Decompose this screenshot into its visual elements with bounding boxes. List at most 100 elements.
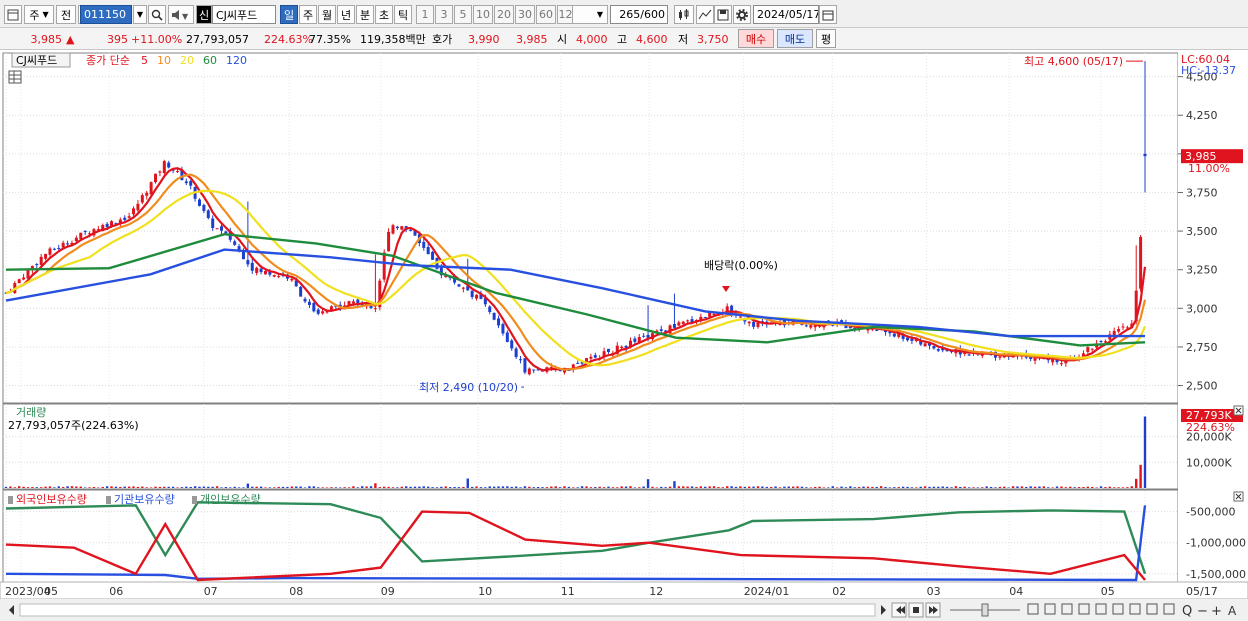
volume-bar (1047, 487, 1050, 488)
candle-body (197, 199, 201, 206)
save-icon[interactable] (714, 5, 732, 24)
volume-bar (849, 486, 852, 488)
text-size-icon[interactable]: A (1228, 604, 1237, 618)
volume-bar (1086, 486, 1090, 488)
candle-body (48, 248, 52, 255)
draw-tool-icon[interactable] (696, 5, 714, 24)
volume-bar (646, 479, 650, 488)
type-select[interactable]: 주 ▼ (24, 5, 54, 24)
volume-bar (796, 486, 799, 488)
last-page-icon[interactable] (925, 602, 941, 618)
candle-body (457, 284, 461, 287)
volume-bar (510, 486, 513, 488)
period-tab-5[interactable]: 초 (375, 5, 393, 24)
period-tab-4[interactable]: 분 (356, 5, 374, 24)
period-tab-2[interactable]: 월 (318, 5, 336, 24)
volume-bar (229, 487, 232, 488)
volume-bar (1038, 486, 1041, 488)
volume-bar (1020, 486, 1024, 488)
candle-body (633, 338, 637, 342)
search-icon[interactable] (148, 5, 166, 24)
interval-tab-3[interactable]: 3 (435, 5, 453, 24)
zoom-out-icon[interactable]: − (1197, 604, 1208, 619)
interval-dropdown[interactable]: ▼ (572, 5, 608, 24)
legend-stock-name: CJ씨푸드 (16, 54, 57, 67)
interval-tab-60[interactable]: 60 (536, 5, 556, 24)
candle-body (620, 346, 624, 348)
x-tick-label: 07 (204, 585, 218, 598)
volume-bar (141, 486, 144, 488)
stock-code-input[interactable]: 011150 (80, 5, 132, 24)
candle-body (589, 356, 593, 359)
candle-body (290, 278, 294, 281)
zoom-plus-icon[interactable]: + (1211, 604, 1222, 619)
volume-bar (66, 486, 69, 488)
count-field[interactable]: 265/600 (610, 5, 668, 24)
interval-tab-30[interactable]: 30 (515, 5, 535, 24)
x-tick-label: 04 (1009, 585, 1023, 598)
candle-body (527, 368, 531, 375)
volume-bar (48, 486, 52, 488)
table-toggle-icon[interactable] (8, 70, 22, 84)
period-tab-1[interactable]: 주 (299, 5, 317, 24)
candle-body (44, 253, 48, 259)
sell-button[interactable]: 매도 (777, 29, 813, 48)
volume-bar (391, 487, 395, 488)
volume-bar (884, 486, 887, 488)
svg-text:A: A (1228, 604, 1237, 618)
new-badge: 신 (196, 5, 212, 24)
candle-body (382, 252, 386, 280)
period-tab-6[interactable]: 틱 (394, 5, 412, 24)
change-pct: +11.00% (131, 32, 183, 46)
type-label: 주 (29, 8, 40, 22)
layout-icon[interactable] (4, 5, 22, 24)
zoom-in-icon[interactable]: Q (1182, 604, 1192, 619)
volume-bar (712, 486, 716, 488)
interval-tab-1[interactable]: 1 (416, 5, 434, 24)
candle-body (409, 229, 413, 231)
interval-tab-20[interactable]: 20 (494, 5, 514, 24)
volume-value: 27,793,057 (186, 32, 249, 46)
candle-body (1117, 329, 1121, 332)
prev-button[interactable]: 전 (56, 5, 76, 24)
volume-bar (844, 487, 848, 488)
gear-icon[interactable] (733, 5, 751, 24)
volume-bar (840, 486, 843, 488)
candle-body (373, 308, 377, 310)
volume-bar (1055, 486, 1059, 488)
period-tab-0[interactable]: 일 (280, 5, 298, 24)
volume-bar (1082, 487, 1085, 488)
close-pane-icon[interactable] (1233, 405, 1244, 416)
date-field[interactable]: 2024/05/17 (753, 5, 819, 24)
volume-bar (475, 486, 478, 488)
stock-chart[interactable]: 4,5004,2504,0003,7503,5003,2503,0002,750… (0, 50, 1248, 621)
period-tab-3[interactable]: 년 (337, 5, 355, 24)
volume-bar (734, 486, 738, 488)
interval-tab-10[interactable]: 10 (473, 5, 493, 24)
candle-body (932, 346, 936, 349)
volume-bar (585, 486, 588, 488)
svg-text:−: − (1197, 604, 1208, 619)
stop-icon[interactable] (908, 602, 924, 618)
candle-body (79, 232, 83, 239)
volume-bar (523, 486, 527, 488)
candle-body (272, 275, 276, 277)
code-dropdown-chevron-icon[interactable]: ▼ (133, 5, 147, 24)
candle-style-icon[interactable] (674, 5, 694, 24)
candle-body (747, 321, 751, 324)
scroll-track[interactable] (19, 603, 876, 617)
volume-bar (400, 486, 403, 488)
buy-button[interactable]: 매수 (738, 29, 774, 48)
first-page-icon[interactable] (891, 602, 907, 618)
count-value: 265 (619, 8, 641, 21)
ask-value: 3,990 (468, 32, 500, 46)
candle-body (1103, 341, 1107, 343)
volume-bar (105, 486, 109, 488)
speaker-icon[interactable]: ▼ (168, 5, 194, 24)
calendar-icon[interactable] (819, 5, 837, 24)
interval-tab-5[interactable]: 5 (454, 5, 472, 24)
avg-button[interactable]: 평 (816, 29, 836, 48)
volume-bar (325, 487, 329, 488)
volume-bar (334, 487, 338, 488)
close-pane-icon[interactable] (1233, 491, 1244, 502)
